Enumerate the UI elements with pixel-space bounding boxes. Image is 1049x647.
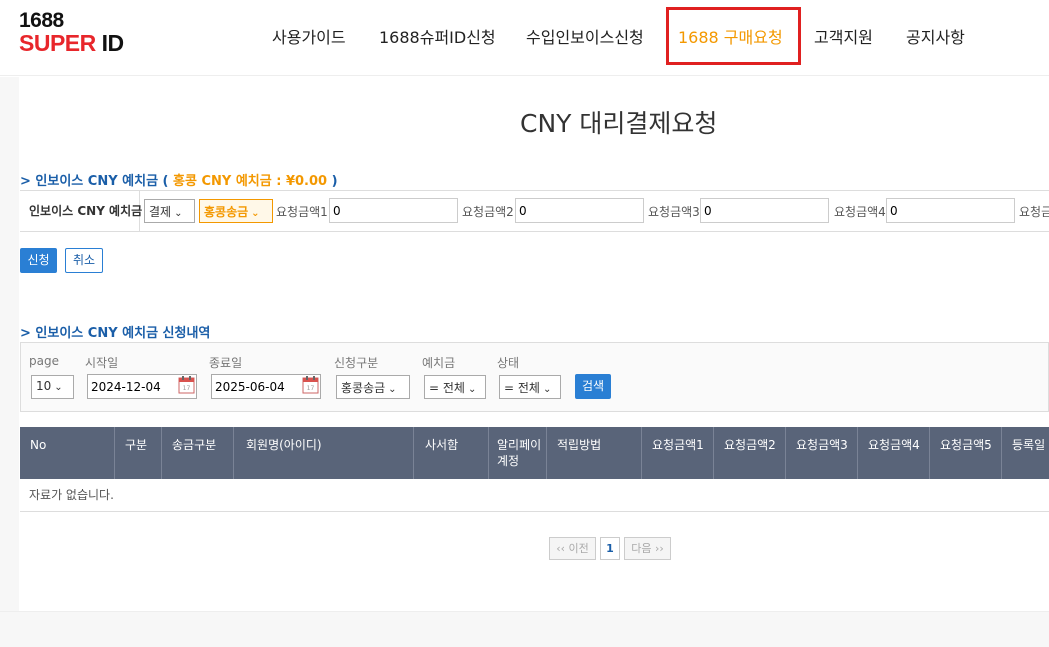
nav-highlight-box	[666, 7, 801, 65]
col-reg-date[interactable]: 등록일	[1002, 427, 1049, 479]
left-gutter	[0, 77, 19, 647]
amount1-label: 요청금액1	[276, 205, 328, 219]
search-button[interactable]: 검색	[575, 374, 611, 399]
amount4-label: 요청금액4	[834, 205, 886, 219]
next-page-button[interactable]: 다음 ››	[624, 537, 671, 560]
col-amount3[interactable]: 요청금액3	[786, 427, 858, 479]
method-select[interactable]: 홍콩송금 ⌄	[199, 199, 273, 223]
cancel-button[interactable]: 취소	[65, 248, 103, 273]
nav-item-superid[interactable]: 1688슈퍼ID신청	[379, 24, 496, 48]
footer-bg	[0, 611, 1049, 647]
prev-page-button[interactable]: ‹‹ 이전	[549, 537, 596, 560]
payment-type-value: 결제	[149, 205, 172, 219]
deposit-title-text: > 인보이스 CNY 예치금 (	[20, 174, 169, 189]
col-amount1[interactable]: 요청금액1	[642, 427, 714, 479]
col-member[interactable]: 회원명(아이디)	[234, 427, 414, 479]
col-amount5[interactable]: 요청금액5	[930, 427, 1002, 479]
col-amount2[interactable]: 요청금액2	[714, 427, 786, 479]
chevron-down-icon: ⌄	[542, 384, 552, 395]
status-filter-label: 상태	[497, 356, 520, 370]
status-filter-select[interactable]: = 전체 ⌄	[499, 375, 561, 399]
logo-super: SUPER	[19, 30, 96, 56]
amount3-input[interactable]	[700, 198, 829, 223]
page-size-select[interactable]: 10 ⌄	[31, 375, 74, 399]
logo-id: ID	[95, 30, 125, 56]
col-remit-type[interactable]: 송금구분	[162, 427, 234, 479]
request-type-label: 신청구분	[334, 356, 379, 370]
empty-table-message: 자료가 없습니다.	[20, 479, 1049, 512]
site-logo[interactable]: 1688 SUPER ID	[19, 10, 124, 55]
col-category[interactable]: 구분	[115, 427, 162, 479]
payment-type-select[interactable]: 결제 ⌄	[144, 199, 195, 223]
deposit-filter-value: = 전체	[429, 381, 465, 395]
history-section-title: > 인보이스 CNY 예치금 신청내역	[20, 326, 211, 341]
deposit-title-end: )	[327, 174, 338, 189]
svg-text:17: 17	[183, 385, 191, 392]
nav-item-notice[interactable]: 공지사항	[906, 24, 965, 48]
chevron-down-icon: ⌄	[467, 384, 477, 395]
page-size-label: page	[29, 354, 59, 368]
calendar-icon[interactable]: 17	[302, 376, 319, 394]
deposit-section-title: > 인보이스 CNY 예치금 ( 홍콩 CNY 예치금 : ¥0.00 )	[20, 170, 338, 189]
page-title: CNY 대리결제요청	[520, 109, 718, 138]
chevron-down-icon: ⌄	[388, 384, 397, 395]
amount2-input[interactable]	[515, 198, 644, 223]
nav-item-invoice[interactable]: 수입인보이스신청	[526, 24, 644, 48]
chevron-down-icon: ⌄	[174, 208, 183, 219]
amount5-label: 요청금	[1019, 205, 1049, 219]
chevron-down-icon: ⌄	[251, 208, 260, 219]
col-method[interactable]: 적립방법	[547, 427, 642, 479]
top-header: 1688 SUPER ID 사용가이드 1688슈퍼ID신청 수입인보이스신청 …	[0, 0, 1049, 76]
logo-line2: SUPER ID	[19, 32, 124, 55]
deposit-filter-label: 예치금	[422, 356, 456, 370]
amount2-label: 요청금액2	[462, 205, 514, 219]
col-no[interactable]: No	[20, 427, 115, 479]
request-type-select[interactable]: 홍콩송금 ⌄	[336, 375, 410, 399]
logo-line1: 1688	[19, 9, 64, 32]
status-filter-value: = 전체	[504, 381, 540, 395]
method-value: 홍콩송금	[204, 205, 249, 219]
amount3-label: 요청금액3	[648, 205, 700, 219]
nav-item-guide[interactable]: 사용가이드	[272, 24, 346, 48]
amount4-input[interactable]	[886, 198, 1015, 223]
svg-text:17: 17	[307, 385, 315, 392]
col-mailbox[interactable]: 사서함	[414, 427, 489, 479]
request-type-value: 홍콩송금	[341, 381, 386, 395]
start-date-label: 시작일	[85, 356, 119, 370]
deposit-form-label: 인보이스 CNY 예치금	[20, 191, 142, 231]
col-alipay[interactable]: 알리페이 계정	[489, 427, 547, 479]
hk-deposit-balance: 홍콩 CNY 예치금 : ¥0.00	[168, 174, 328, 189]
page-size-value: 10	[36, 379, 52, 393]
amount1-input[interactable]	[329, 198, 458, 223]
chevron-down-icon: ⌄	[54, 382, 63, 393]
col-amount4[interactable]: 요청금액4	[858, 427, 930, 479]
page-1-button[interactable]: 1	[600, 537, 620, 560]
deposit-filter-select[interactable]: = 전체 ⌄	[424, 375, 486, 399]
end-date-label: 종료일	[209, 356, 243, 370]
submit-button[interactable]: 신청	[20, 248, 57, 273]
nav-item-support[interactable]: 고객지원	[814, 24, 873, 48]
calendar-icon[interactable]: 17	[178, 376, 195, 394]
